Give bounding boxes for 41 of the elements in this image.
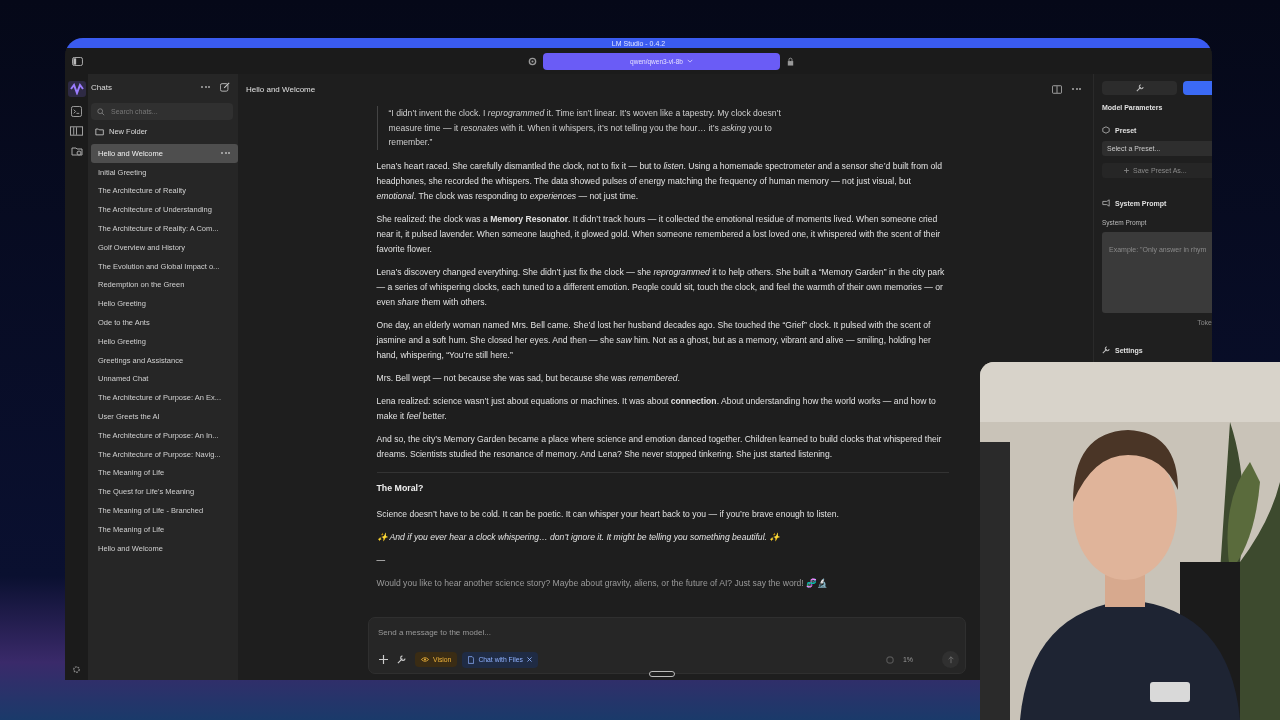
paragraph: — xyxy=(376,553,387,567)
plus-icon xyxy=(1124,168,1129,173)
terminal-icon[interactable] xyxy=(71,106,82,117)
folder-icon xyxy=(95,127,105,136)
close-icon[interactable] xyxy=(526,657,532,662)
wrench-icon xyxy=(1135,84,1144,92)
context-usage-icon xyxy=(885,655,894,664)
search-folder-icon[interactable] xyxy=(70,145,83,157)
paragraph: Lena realized: science wasn’t just about equations or machines. It was about connection. About understanding how the world works — and how to make it feel better. xyxy=(376,394,937,423)
gear-icon[interactable] xyxy=(72,665,81,674)
section-heading: The Moral? xyxy=(376,482,425,493)
plus-icon[interactable] xyxy=(379,655,388,664)
chevron-down-icon xyxy=(686,59,693,63)
paragraph: She realized: the clock was a Memory Resonator. It didn’t track hours — it collected the emotional residue of moments lived. When someone cried near it, it pulsed lavender. When someone laughed, it glowed gold. When someone remembered a lost loved one, it whispered with the scent of their favorite flower. xyxy=(376,212,942,256)
sidebar-title: Chats xyxy=(91,82,113,92)
split-view-icon[interactable] xyxy=(1052,84,1062,94)
eye-icon xyxy=(421,657,429,662)
settings-icon[interactable] xyxy=(528,56,537,66)
paragraph: And so, the city’s Memory Garden became a place where science and emotion danced together. Children learned to build clocks that whispered their dreams. Scientists studied the resonance of memory. And Lena? She never stopped tinkering. She just started listening. xyxy=(376,432,943,461)
paragraph: Lena’s discovery changed everything. She didn’t just fix the clock — she reprogrammed it to help others. She built a “Memory Garden” in the city park — a series of whispering clocks, each tuned to a different emotion. People could sit, touch the clock, and feel the warmth of their own memories — or even share them with others. xyxy=(376,265,946,309)
box-icon xyxy=(1102,126,1110,134)
paragraph: ✨ And if you ever hear a clock whispering… don’t ignore it. It might be telling you something beautiful. ✨ xyxy=(376,530,782,544)
resize-handle[interactable] xyxy=(649,671,675,677)
wrench-icon xyxy=(1102,346,1110,354)
sidebar-toggle-icon[interactable] xyxy=(72,56,83,66)
new-chat-icon[interactable] xyxy=(220,82,230,92)
document-icon xyxy=(468,655,475,664)
paragraph: Lena’s heart raced. She carefully dismantled the clock, not to fix it — but to listen. Using a homemade spectrometer and a sensor she’d built from old headphones, she recorded the whispers. The data showed pulses of energy matching the frequency of human memory — not just visual, but emotional. The clock was responding to experiences — not just time. xyxy=(376,159,943,203)
paragraph: Science doesn’t have to be cold. It can be poetic. It can whisper your heart back to you — if you’re brave enough to listen. xyxy=(376,507,840,521)
arrow-up-icon xyxy=(946,655,955,664)
search-icon xyxy=(97,107,105,116)
lock-icon[interactable] xyxy=(786,56,795,66)
quote-text: “I didn’t invent the clock. I reprogrammed it. Time isn’t linear. It’s woven like a tapestry. My clock doesn’t measure time — it resonates with it. When it whispers, it’s not telling you the hour… it’s asking you to remember.” xyxy=(376,106,789,150)
wrench-icon[interactable] xyxy=(397,655,406,664)
paragraph: Mrs. Bell wept — not because she was sad, but because she was remembered. xyxy=(376,371,681,385)
speech-icon xyxy=(1102,199,1110,207)
paragraph: Would you like to hear another science story? Maybe about gravity, aliens, or the future of AI? Just say the word! 🧬🔬 xyxy=(376,576,830,590)
chat-title: Hello and Welcome xyxy=(246,84,317,94)
waveform-icon[interactable] xyxy=(67,81,86,97)
folders-icon[interactable] xyxy=(70,126,83,136)
paragraph: One day, an elderly woman named Mrs. Bell came. She’d lost her husband decades ago. She touched the “Grief” clock. It pulsed with the scent of jasmine and a soft hum. She closed her eyes. And then — she saw him. Not as a ghost, but as a memory, vibrant and alive — smiling, holding her hand, whispering, “You’re still here.” xyxy=(376,318,932,362)
